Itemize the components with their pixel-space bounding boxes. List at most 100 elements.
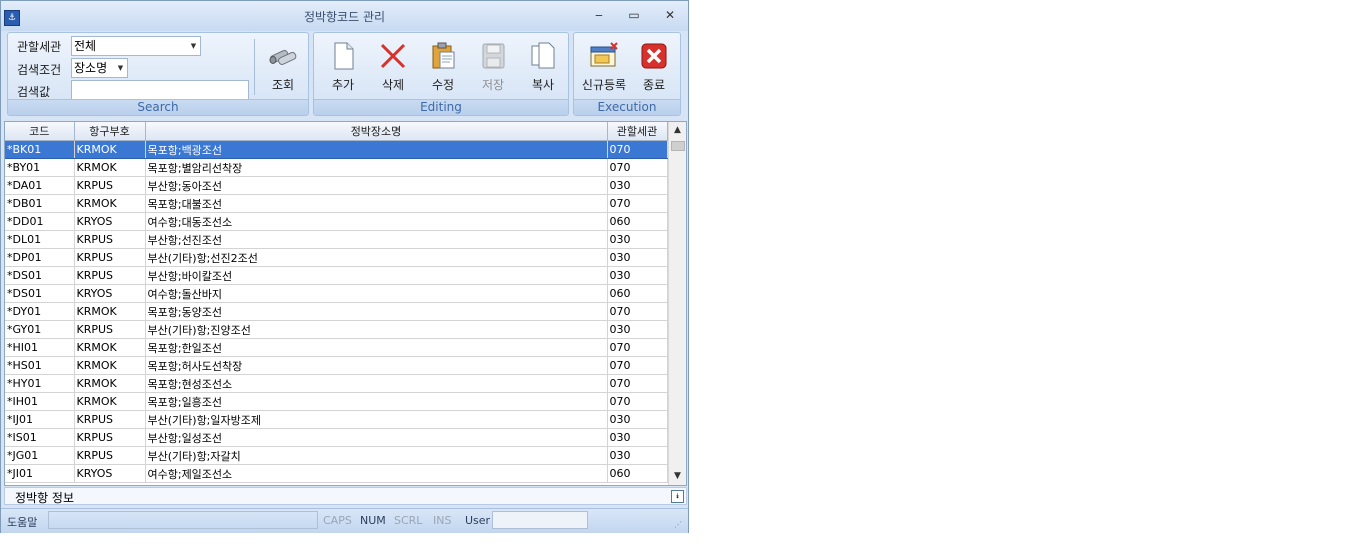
cell-code[interactable]: *HY01 [5, 374, 75, 393]
table-row[interactable]: *BY01 KRMOK 목포항;별암리선착장 070 [5, 158, 668, 177]
cell-port[interactable]: KRPUS [74, 176, 146, 195]
cell-office[interactable]: 030 [607, 446, 668, 465]
table-row[interactable]: *GY01 KRPUS 부산(기타)항;진양조선 030 [5, 320, 668, 339]
cell-office[interactable]: 030 [607, 428, 668, 447]
cell-port[interactable]: KRMOK [74, 338, 146, 357]
cell-port[interactable]: KRYOS [74, 212, 146, 231]
minimize-button[interactable]: ‒ [588, 7, 610, 23]
condition-combo[interactable]: 장소명 ▼ [71, 58, 128, 78]
cell-office[interactable]: 030 [607, 320, 668, 339]
cell-office[interactable]: 030 [607, 410, 668, 429]
cell-port[interactable]: KRYOS [74, 464, 146, 483]
cell-name[interactable]: 부산항;선진조선 [145, 230, 608, 249]
table-row[interactable]: *DA01 KRPUS 부산항;동아조선 030 [5, 176, 668, 195]
scroll-down-icon[interactable]: ▼ [669, 468, 686, 485]
delete-button[interactable]: 삭제 [368, 37, 418, 97]
cell-code[interactable]: *GY01 [5, 320, 75, 339]
cell-port[interactable]: KRPUS [74, 446, 146, 465]
close-window-button[interactable]: ✕ [659, 7, 681, 23]
cell-office[interactable]: 070 [607, 194, 668, 213]
cell-name[interactable]: 여수항;대동조선소 [145, 212, 608, 231]
cell-name[interactable]: 목포항;별암리선착장 [145, 158, 608, 177]
table-row[interactable]: *BK01 KRMOK 목포항;백광조선 070 [5, 140, 668, 159]
expand-chevron-icon[interactable]: ⯯ [671, 490, 684, 503]
table-row[interactable]: *DL01 KRPUS 부산항;선진조선 030 [5, 230, 668, 249]
cell-office[interactable]: 070 [607, 158, 668, 177]
query-button[interactable]: 조회 [258, 37, 308, 97]
add-button[interactable]: 추가 [318, 37, 368, 97]
cell-port[interactable]: KRPUS [74, 428, 146, 447]
cell-name[interactable]: 부산(기타)항;일자방조제 [145, 410, 608, 429]
cell-name[interactable]: 목포항;한일조선 [145, 338, 608, 357]
table-row[interactable]: *HS01 KRMOK 목포항;허사도선착장 070 [5, 356, 668, 375]
cell-name[interactable]: 목포항;일흥조선 [145, 392, 608, 411]
cell-code[interactable]: *BY01 [5, 158, 75, 177]
cell-code[interactable]: *DY01 [5, 302, 75, 321]
scroll-thumb[interactable] [671, 141, 685, 151]
cell-name[interactable]: 목포항;허사도선착장 [145, 356, 608, 375]
cell-port[interactable]: KRMOK [74, 356, 146, 375]
table-row[interactable]: *HY01 KRMOK 목포항;현성조선소 070 [5, 374, 668, 393]
cell-code[interactable]: *HS01 [5, 356, 75, 375]
cell-office[interactable]: 070 [607, 302, 668, 321]
table-row[interactable]: *IS01 KRPUS 부산항;일성조선 030 [5, 428, 668, 447]
column-header-code[interactable]: 코드 [5, 122, 75, 141]
cell-office[interactable]: 060 [607, 284, 668, 303]
cell-office[interactable]: 070 [607, 374, 668, 393]
cell-code[interactable]: *HI01 [5, 338, 75, 357]
copy-button[interactable]: 복사 [518, 37, 568, 97]
cell-code[interactable]: *IS01 [5, 428, 75, 447]
cell-port[interactable]: KRMOK [74, 392, 146, 411]
new-register-button[interactable]: 신규등록 [577, 37, 631, 97]
cell-office[interactable]: 030 [607, 230, 668, 249]
table-row[interactable]: *HI01 KRMOK 목포항;한일조선 070 [5, 338, 668, 357]
cell-office[interactable]: 030 [607, 248, 668, 267]
save-button[interactable]: 저장 [468, 37, 518, 97]
table-row[interactable]: *JI01 KRYOS 여수항;제일조선소 060 [5, 464, 668, 483]
cell-name[interactable]: 부산(기타)항;진양조선 [145, 320, 608, 339]
cell-name[interactable]: 여수항;돌산바지 [145, 284, 608, 303]
search-value-input[interactable] [71, 80, 249, 101]
cell-name[interactable]: 목포항;동양조선 [145, 302, 608, 321]
cell-code[interactable]: *DB01 [5, 194, 75, 213]
office-combo[interactable]: 전체 ▼ [71, 36, 201, 56]
cell-code[interactable]: *IH01 [5, 392, 75, 411]
scroll-up-icon[interactable]: ▲ [669, 122, 686, 139]
cell-port[interactable]: KRPUS [74, 410, 146, 429]
cell-office[interactable]: 070 [607, 356, 668, 375]
maximize-button[interactable]: ▭ [623, 7, 645, 23]
cell-name[interactable]: 부산(기타)항;선진2조선 [145, 248, 608, 267]
column-header-name[interactable]: 정박장소명 [145, 122, 608, 141]
cell-port[interactable]: KRMOK [74, 158, 146, 177]
table-row[interactable]: *JG01 KRPUS 부산(기타)항;자갈치 030 [5, 446, 668, 465]
cell-code[interactable]: *DP01 [5, 248, 75, 267]
cell-code[interactable]: *JI01 [5, 464, 75, 483]
table-row[interactable]: *IJ01 KRPUS 부산(기타)항;일자방조제 030 [5, 410, 668, 429]
cell-name[interactable]: 목포항;백광조선 [145, 140, 608, 159]
edit-button[interactable]: 수정 [418, 37, 468, 97]
cell-code[interactable]: *DS01 [5, 284, 75, 303]
cell-office[interactable]: 070 [607, 140, 668, 159]
cell-code[interactable]: *JG01 [5, 446, 75, 465]
cell-port[interactable]: KRYOS [74, 284, 146, 303]
cell-code[interactable]: *DS01 [5, 266, 75, 285]
cell-port[interactable]: KRPUS [74, 266, 146, 285]
cell-port[interactable]: KRPUS [74, 320, 146, 339]
cell-port[interactable]: KRMOK [74, 140, 146, 159]
chevron-down-icon[interactable]: ▼ [188, 38, 199, 54]
cell-name[interactable]: 부산항;동아조선 [145, 176, 608, 195]
cell-name[interactable]: 여수항;제일조선소 [145, 464, 608, 483]
table-row[interactable]: *DS01 KRYOS 여수항;돌산바지 060 [5, 284, 668, 303]
cell-port[interactable]: KRMOK [74, 194, 146, 213]
cell-office[interactable]: 030 [607, 176, 668, 195]
cell-port[interactable]: KRPUS [74, 248, 146, 267]
cell-office[interactable]: 030 [607, 266, 668, 285]
table-row[interactable]: *DY01 KRMOK 목포항;동양조선 070 [5, 302, 668, 321]
table-row[interactable]: *DP01 KRPUS 부산(기타)항;선진2조선 030 [5, 248, 668, 267]
column-header-office[interactable]: 관할세관 [607, 122, 668, 141]
vertical-scrollbar[interactable]: ▲ ▼ [668, 122, 686, 485]
cell-name[interactable]: 목포항;현성조선소 [145, 374, 608, 393]
cell-port[interactable]: KRPUS [74, 230, 146, 249]
cell-name[interactable]: 부산항;일성조선 [145, 428, 608, 447]
cell-code[interactable]: *DL01 [5, 230, 75, 249]
